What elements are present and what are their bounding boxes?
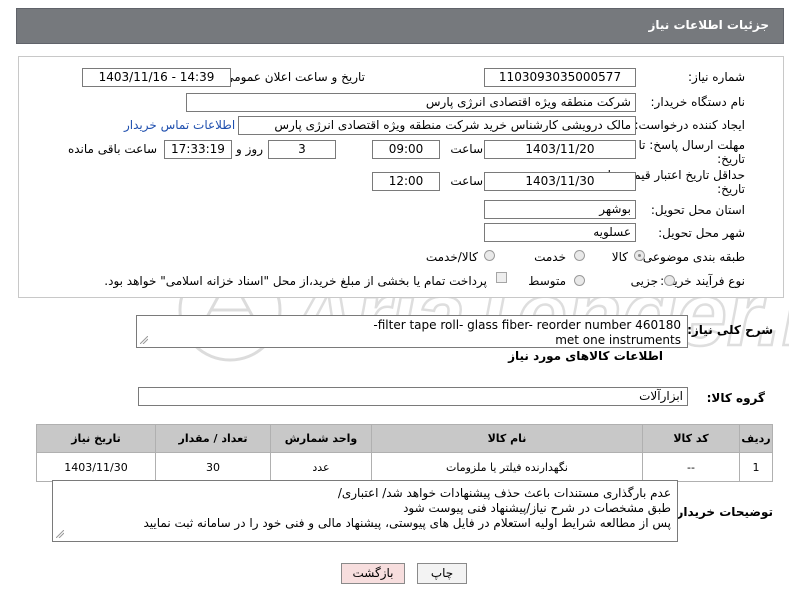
category-service-label: خدمت — [534, 250, 566, 264]
col-date: تاریخ نیاز — [36, 424, 156, 453]
deadline-label-date: تاریخ: — [717, 152, 745, 166]
description-line-1: -filter tape roll- glass fiber- reorder … — [373, 318, 681, 332]
need-number-label: شماره نیاز: — [688, 70, 745, 84]
cell-date: 1403/11/30 — [36, 452, 156, 482]
deadline-time-label: ساعت — [450, 142, 483, 156]
days-remaining-field[interactable]: 3 — [268, 140, 336, 159]
deadline-time-field[interactable]: 09:00 — [372, 140, 440, 159]
process-minor-label: جزیی — [630, 274, 658, 288]
goods-group-label: گروه کالا: — [706, 391, 765, 405]
buyer-notes-line-3: پس از مطالعه شرایط اولیه استعلام در فایل… — [143, 516, 671, 530]
process-minor-radio[interactable] — [664, 275, 675, 286]
goods-table-header: ردیف کد کالا نام کالا واحد شمارش تعداد /… — [36, 424, 773, 453]
col-name: نام کالا — [371, 424, 643, 453]
cell-code: -- — [642, 452, 740, 482]
creator-label: ایجاد کننده درخواست: — [634, 118, 745, 132]
process-medium-radio[interactable] — [574, 275, 585, 286]
treasury-payment-note: پرداخت تمام یا بخشی از مبلغ خرید،از محل … — [104, 274, 487, 288]
goods-group-field[interactable]: ابزارآلات — [138, 387, 688, 406]
resize-handle-icon[interactable] — [56, 530, 64, 538]
cell-unit: عدد — [270, 452, 372, 482]
city-label: شهر محل تحویل: — [658, 226, 745, 240]
validity-time-label: ساعت — [450, 174, 483, 188]
back-button[interactable]: بازگشت — [341, 563, 405, 584]
creator-field[interactable]: مالک درویشی کارشناس خرید شرکت منطقه ویژه… — [238, 116, 636, 135]
validity-time-field[interactable]: 12:00 — [372, 172, 440, 191]
remaining-time-label: ساعت باقی مانده — [67, 142, 157, 156]
category-goods-label: کالا — [611, 250, 628, 264]
announce-datetime-field[interactable]: 1403/11/16 - 14:39 — [82, 68, 231, 87]
description-label: شرح کلی نیاز: — [687, 323, 773, 337]
page-header: جزئیات اطلاعات نیاز — [16, 8, 784, 44]
description-textarea[interactable]: -filter tape roll- glass fiber- reorder … — [136, 315, 688, 348]
col-row: ردیف — [739, 424, 773, 453]
buyer-notes-textarea[interactable]: عدم بارگذاری مستندات باعث حذف پیشنهادات … — [52, 480, 678, 542]
goods-table: ردیف کد کالا نام کالا واحد شمارش تعداد /… — [36, 424, 773, 482]
goods-info-heading: اطلاعات کالاهای مورد نیاز — [508, 349, 663, 363]
validity-date-field[interactable]: 1403/11/30 — [484, 172, 636, 191]
category-service-radio[interactable] — [574, 250, 585, 261]
category-goods-radio[interactable] — [634, 250, 645, 261]
announce-datetime-label: تاریخ و ساعت اعلان عمومی: — [220, 70, 365, 84]
table-row[interactable]: 1 -- نگهدارنده فیلتر یا ملزومات عدد 30 1… — [36, 452, 773, 482]
category-goods-service-radio[interactable] — [484, 250, 495, 261]
city-field[interactable]: عسلویه — [484, 223, 636, 242]
resize-handle-icon[interactable] — [140, 336, 148, 344]
validity-label-date: تاریخ: — [717, 182, 745, 196]
cell-name: نگهدارنده فیلتر یا ملزومات — [371, 452, 643, 482]
buyer-notes-line-2: طبق مشخصات در شرح نیاز/پیشنهاد فنی پیوست… — [403, 501, 671, 515]
col-code: کد کالا — [642, 424, 740, 453]
description-line-2: met one instruments — [555, 333, 681, 347]
process-medium-label: متوسط — [528, 274, 566, 288]
remaining-time-field[interactable]: 17:33:19 — [164, 140, 232, 159]
category-goods-service-label: کالا/خدمت — [425, 250, 478, 264]
treasury-payment-checkbox[interactable] — [496, 272, 507, 283]
col-unit: واحد شمارش — [270, 424, 372, 453]
page-title: جزئیات اطلاعات نیاز — [648, 18, 769, 32]
province-label: استان محل تحویل: — [650, 203, 745, 217]
days-label: روز و — [236, 142, 263, 156]
buyer-notes-label: توضیحات خریدار: — [671, 505, 773, 519]
cell-row: 1 — [739, 452, 773, 482]
deadline-date-field[interactable]: 1403/11/20 — [484, 140, 636, 159]
category-label: طبقه بندی موضوعی: — [638, 250, 745, 264]
buyer-contact-link[interactable]: اطلاعات تماس خریدار — [124, 118, 235, 132]
need-number-field[interactable]: 1103093035000577 — [484, 68, 636, 87]
province-field[interactable]: بوشهر — [484, 200, 636, 219]
buyer-org-label: نام دستگاه خریدار: — [650, 95, 746, 109]
col-qty: تعداد / مقدار — [155, 424, 271, 453]
cell-qty: 30 — [155, 452, 271, 482]
buyer-org-field[interactable]: شرکت منطقه ویژه اقتصادی انرژی پارس — [186, 93, 636, 112]
deadline-label: مهلت ارسال پاسخ: تا — [638, 138, 745, 152]
print-button[interactable]: چاپ — [417, 563, 467, 584]
buyer-notes-line-1: عدم بارگذاری مستندات باعث حذف پیشنهادات … — [337, 486, 671, 500]
